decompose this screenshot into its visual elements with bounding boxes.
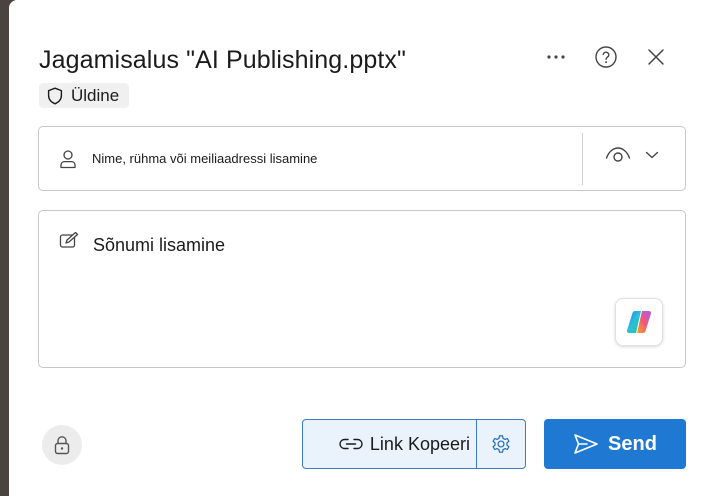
lock-button[interactable]	[42, 425, 82, 465]
copy-link-button[interactable]: Link Kopeeri	[303, 420, 477, 468]
close-button[interactable]	[639, 40, 673, 74]
copilot-button[interactable]	[615, 298, 663, 346]
close-icon	[648, 49, 664, 65]
recipients-divider	[582, 133, 583, 185]
copy-link-group: Link Kopeeri	[302, 419, 526, 469]
message-box[interactable]: Sõnumi lisamine	[38, 210, 686, 368]
more-options-icon	[547, 55, 565, 59]
sensitivity-badge[interactable]: Üldine	[39, 83, 130, 108]
gear-icon	[492, 435, 510, 453]
help-icon	[595, 46, 617, 68]
recipients-input[interactable]: Nime, rühma või meiliaadressi lisamine	[92, 151, 317, 166]
person-icon	[60, 150, 76, 169]
eye-icon	[605, 147, 631, 162]
dialog-title: Jagamisalus "AI Publishing.pptx"	[39, 46, 406, 74]
send-label: Send	[608, 432, 657, 455]
more-options-button[interactable]	[539, 40, 573, 74]
permission-dropdown[interactable]	[605, 146, 659, 164]
link-settings-button[interactable]	[477, 420, 525, 468]
message-input[interactable]: Sõnumi lisamine	[93, 235, 225, 256]
help-button[interactable]	[589, 40, 623, 74]
header-actions	[539, 40, 689, 74]
sensitivity-label: Üldine	[71, 85, 120, 105]
recipients-box: Nime, rühma või meiliaadressi lisamine	[38, 126, 686, 191]
compose-icon	[59, 231, 79, 248]
chevron-down-icon	[645, 151, 659, 159]
send-button[interactable]: Send	[544, 419, 686, 469]
copy-link-label: Link Kopeeri	[369, 433, 470, 454]
share-dialog: Jagamisalus "AI Publishing.pptx" Üldine …	[9, 0, 717, 496]
shield-icon	[47, 87, 63, 104]
link-icon	[339, 438, 363, 450]
copilot-icon	[626, 311, 652, 333]
send-icon	[574, 434, 598, 454]
lock-icon	[54, 436, 70, 455]
